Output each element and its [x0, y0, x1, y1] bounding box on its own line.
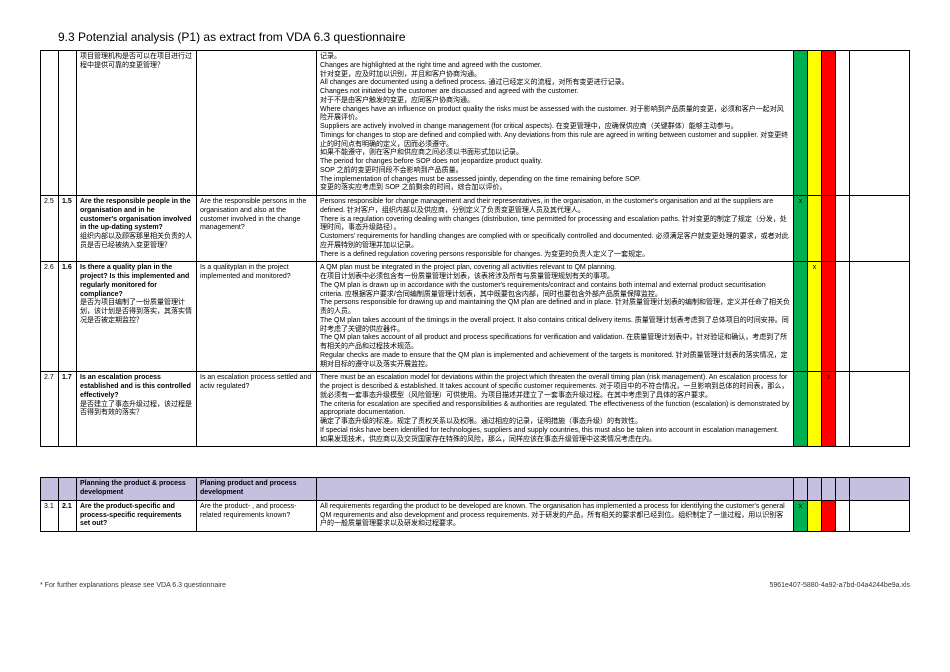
- rating-cell: [836, 262, 850, 372]
- table-row: 2.7 1.7 Is an escalation process establi…: [41, 372, 910, 447]
- requirement-cell: Are the product- , and process-related r…: [197, 500, 317, 531]
- note-cell: [850, 196, 910, 262]
- note-cell: [850, 500, 910, 531]
- rating-cell: [836, 196, 850, 262]
- rating-cell: [836, 372, 850, 447]
- rating-cell: [822, 500, 836, 531]
- main-table: 项目管理机构是否可以在项目进行过程中提供可靠的变更管理？ 记录。Changes …: [40, 50, 910, 447]
- rating-cell: x: [794, 500, 808, 531]
- footer-right: 5961e407-5880-4a92-a7bd-04a4244be9a.xls: [769, 582, 910, 589]
- table-row: 2.5 1.5 Are the responsible people in th…: [41, 196, 910, 262]
- section-title-r: Planing product and process development: [197, 478, 317, 501]
- explanation-cell: A QM plan must be integrated in the proj…: [317, 262, 794, 372]
- page-title: 9.3 Potenzial analysis (P1) as extract f…: [58, 30, 910, 44]
- rating-cell: [836, 51, 850, 196]
- table-row: 3.1 2.1 Are the product-specific and pro…: [41, 500, 910, 531]
- question-cell: Is there a quality plan in the project? …: [77, 262, 197, 372]
- question-cell: Are the product-specific and process-spe…: [77, 500, 197, 531]
- table-row: 项目管理机构是否可以在项目进行过程中提供可靠的变更管理？ 记录。Changes …: [41, 51, 910, 196]
- explanation-cell: 记录。Changes are highlighted at the right …: [317, 51, 794, 196]
- requirement-cell: Are the responsible persons in the organ…: [197, 196, 317, 262]
- footer: * For further explanations please see VD…: [40, 582, 910, 589]
- question-cell: Is an escalation process established and…: [77, 372, 197, 447]
- rating-cell: [808, 500, 822, 531]
- row-num-1: 2.7: [41, 372, 59, 447]
- note-cell: [850, 262, 910, 372]
- question-cell: Are the responsible people in the organi…: [77, 196, 197, 262]
- requirement-cell: Is an escalation process settled and act…: [197, 372, 317, 447]
- explanation-cell: All requirements regarding the product t…: [317, 500, 794, 531]
- question-cell: 项目管理机构是否可以在项目进行过程中提供可靠的变更管理？: [77, 51, 197, 196]
- requirement-cell: [197, 51, 317, 196]
- row-num-2: [59, 51, 77, 196]
- note-cell: [850, 51, 910, 196]
- rating-cell: [822, 51, 836, 196]
- rating-cell: [794, 262, 808, 372]
- row-num-1: 3.1: [41, 500, 59, 531]
- row-num-1: 2.5: [41, 196, 59, 262]
- section-title: Planning the product & process developme…: [77, 478, 197, 501]
- row-num-2: 1.6: [59, 262, 77, 372]
- rating-cell: [822, 196, 836, 262]
- rating-cell: x: [808, 262, 822, 372]
- explanation-cell: Persons responsible for change managemen…: [317, 196, 794, 262]
- row-num-2: 1.7: [59, 372, 77, 447]
- rating-cell: [836, 500, 850, 531]
- note-cell: [850, 372, 910, 447]
- rating-cell: x: [794, 196, 808, 262]
- row-num-2: 1.5: [59, 196, 77, 262]
- row-num-2: 2.1: [59, 500, 77, 531]
- rating-cell: [794, 372, 808, 447]
- rating-cell: x: [822, 372, 836, 447]
- footer-left: * For further explanations please see VD…: [40, 582, 226, 589]
- rating-cell: [808, 372, 822, 447]
- row-num-1: [41, 51, 59, 196]
- section-header-row: Planning the product & process developme…: [41, 478, 910, 501]
- table-row: 2.6 1.6 Is there a quality plan in the p…: [41, 262, 910, 372]
- rating-cell: [794, 51, 808, 196]
- second-table: Planning the product & process developme…: [40, 477, 910, 532]
- rating-cell: [808, 196, 822, 262]
- requirement-cell: Is a qualityplan in the project implemen…: [197, 262, 317, 372]
- row-num-1: 2.6: [41, 262, 59, 372]
- rating-cell: [808, 51, 822, 196]
- rating-cell: [822, 262, 836, 372]
- explanation-cell: There must be an escalation model for de…: [317, 372, 794, 447]
